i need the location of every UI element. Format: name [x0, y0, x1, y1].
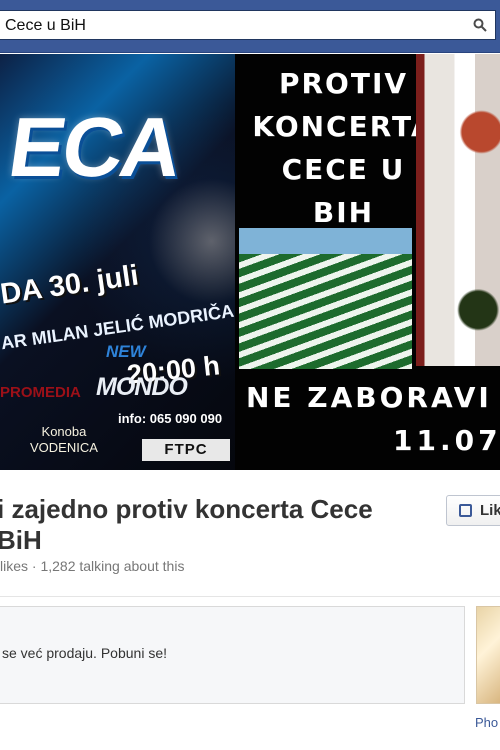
- photos-link[interactable]: Pho: [475, 715, 498, 730]
- poster-logo-name: MONDO: [96, 373, 188, 401]
- poster-sponsor-ftpc: FTPC: [142, 439, 230, 461]
- bride-image: [416, 54, 500, 366]
- page-stats: likes · 1,282 talking about this: [0, 558, 185, 574]
- thumbs-up-icon: [459, 504, 472, 517]
- page-title-line-two: BiH: [0, 525, 42, 555]
- poster-date: DA 30. juli: [0, 259, 141, 311]
- post-text: se već prodaju. Pobuni se!: [2, 645, 167, 661]
- protest-poster: PROTIV KONCERTA CECE U BIH NE ZABORAVI 1…: [235, 54, 500, 470]
- page-header: i zajedno protiv koncerta Cece BiH likes…: [0, 470, 500, 597]
- search-box[interactable]: Cece u BiH: [0, 10, 496, 40]
- concert-poster: ECA DA 30. juli AR MILAN JELIĆ MODRIČA 2…: [0, 54, 235, 470]
- like-button[interactable]: Lik: [446, 495, 500, 526]
- poster-info-phone: info: 065 090 090: [118, 411, 223, 426]
- cover-photo[interactable]: ECA DA 30. juli AR MILAN JELIĆ MODRIČA 2…: [0, 54, 500, 470]
- search-input-value[interactable]: Cece u BiH: [5, 17, 86, 35]
- poster-sponsor-promedia: PROMEDIA: [0, 384, 81, 401]
- page-title-line-one: i zajedno protiv koncerta Cece: [0, 494, 373, 524]
- memorial-field-image: [239, 228, 412, 369]
- poster-main-title: ECA: [3, 100, 185, 194]
- top-navigation-bar: Cece u BiH: [0, 0, 500, 53]
- poster-logo-prefix: NEW: [106, 342, 146, 361]
- post-preview[interactable]: se već prodaju. Pobuni se!: [0, 606, 465, 704]
- poster-sponsor-vodenica: Konoba VODENICA: [30, 424, 98, 455]
- protest-bottom-text: NE ZABORAVI: [246, 381, 492, 414]
- like-button-label: Lik: [480, 502, 500, 519]
- search-icon[interactable]: [473, 18, 487, 32]
- protest-bottom-date: 11.07: [393, 424, 500, 457]
- page-title: i zajedno protiv koncerta Cece BiH: [0, 494, 417, 556]
- photo-thumbnail[interactable]: [476, 606, 500, 704]
